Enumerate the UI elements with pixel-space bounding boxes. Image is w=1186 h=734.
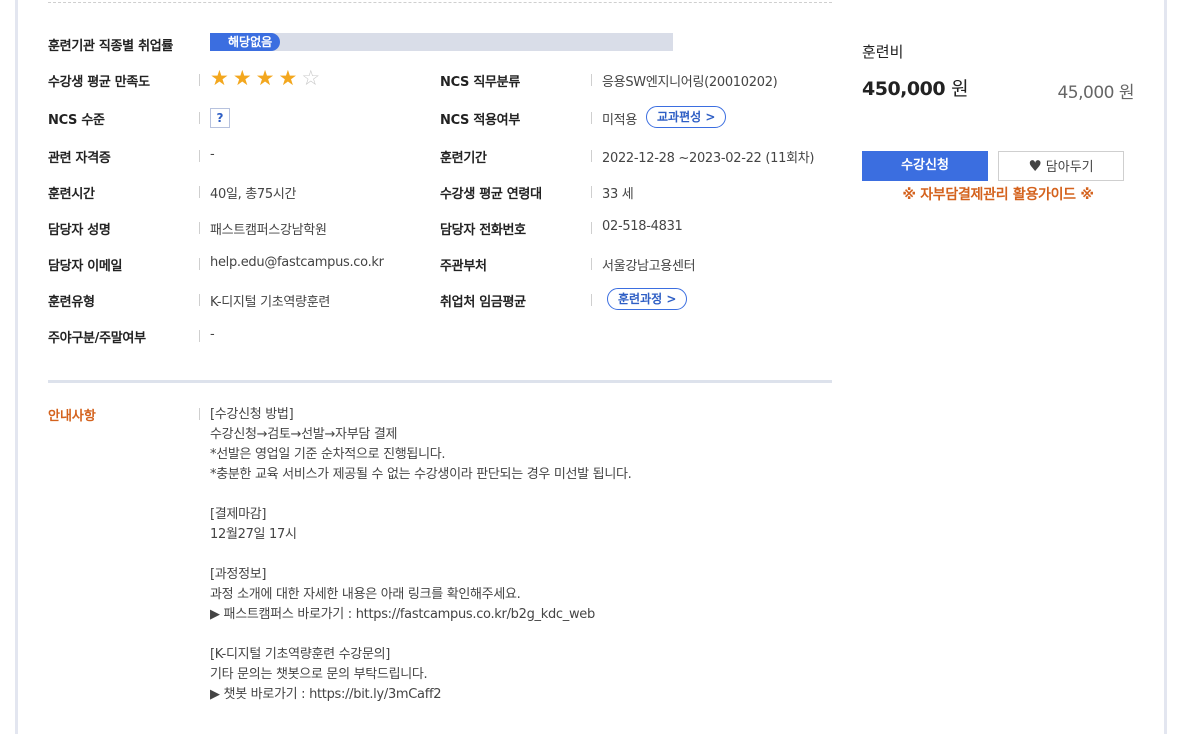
notice-line <box>210 625 810 645</box>
separator <box>199 150 200 162</box>
satisfaction-label: 수강생 평균 만족도 <box>48 75 150 90</box>
training-hours-label: 훈련시간 <box>48 187 95 202</box>
manager-phone-value: 02-518-4831 <box>602 219 683 234</box>
ncs-applied-label: NCS 적용여부 <box>440 113 520 128</box>
notice-label: 안내사항 <box>48 409 96 424</box>
fee-label: 훈련비 <box>862 43 904 61</box>
star-icon: ★ <box>210 66 229 90</box>
frame-left-border <box>15 0 18 734</box>
authority-label: 주관부처 <box>440 259 487 274</box>
notice-line: 과정 소개에 대한 자세한 내용은 아래 링크를 확인해주세요. <box>210 587 521 602</box>
payment-guide-link[interactable]: ※ 자부담결제관리 활용가이드 ※ <box>862 184 1134 204</box>
training-period-label: 훈련기간 <box>440 151 487 166</box>
star-icon: ★ <box>232 66 252 90</box>
separator <box>591 222 592 234</box>
star-icon: ★ <box>255 66 275 90</box>
notice-line <box>210 485 810 505</box>
manager-email-label: 담당자 이메일 <box>48 259 123 274</box>
separator <box>591 74 592 86</box>
star-icon: ☆ <box>301 66 321 90</box>
separator <box>591 258 592 270</box>
training-period-value: 2022-12-28 ~2023-02-22 (11회차) <box>602 151 815 166</box>
notice-body: [수강신청 방법] 수강신청→검토→선발→자부담 결제 *선발은 영업일 기준 순차… <box>210 405 810 705</box>
ncs-category-label: NCS 직무분류 <box>440 75 520 90</box>
notice-line[interactable]: ▶ 챗봇 바로가기 : https://bit.ly/3mCaff2 <box>210 685 810 705</box>
separator <box>199 186 200 198</box>
manager-phone-label: 담당자 전화번호 <box>440 223 526 238</box>
notice-line: [결제마감] <box>210 507 267 522</box>
ncs-level-help-button[interactable]: ? <box>210 108 230 128</box>
fee-amount-value: 450,000 <box>862 78 946 100</box>
day-night-value: - <box>210 327 215 342</box>
notice-line: [과정정보] <box>210 567 267 582</box>
training-type-label: 훈련유형 <box>48 295 95 310</box>
star-icon: ★ <box>278 66 298 90</box>
ncs-category-value: 응용SW엔지니어링(20010202) <box>602 75 778 90</box>
wishlist-button[interactable]: ♥ 담아두기 <box>998 151 1124 181</box>
avg-age-label: 수강생 평균 연령대 <box>440 187 542 202</box>
ncs-level-label: NCS 수준 <box>48 113 105 128</box>
ncs-applied-value: 미적용 <box>602 113 637 128</box>
course-button[interactable]: 훈련과정 > <box>607 288 688 310</box>
training-hours-value: 40일, 총75시간 <box>210 187 297 202</box>
heart-icon: ♥ <box>1028 157 1042 175</box>
separator <box>199 408 200 420</box>
manager-name-value: 패스트캠퍼스강남학원 <box>210 223 327 238</box>
day-night-label: 주야구분/주말여부 <box>48 331 146 346</box>
notice-line: 수강신청→검토→선발→자부담 결제 <box>210 427 398 442</box>
top-divider <box>48 2 832 3</box>
avg-age-value: 33 세 <box>602 187 634 202</box>
notice-line: [수강신청 방법] <box>210 407 294 422</box>
manager-email-value: help.edu@fastcampus.co.kr <box>210 255 384 270</box>
frame-right-border <box>1164 0 1167 734</box>
curriculum-button[interactable]: 교과편성 > <box>646 106 727 128</box>
notice-line: *충분한 교육 서비스가 제공될 수 없는 수강생이라 판단되는 경우 미선발 … <box>210 467 632 482</box>
notice-line[interactable]: ▶ 패스트캠퍼스 바로가기 : https://fastcampus.co.kr… <box>210 605 810 625</box>
fee-unit: 원 <box>951 78 969 100</box>
separator <box>199 258 200 270</box>
fee-amount: 450,000 원 <box>862 74 969 101</box>
certificate-label: 관련 자격증 <box>48 151 111 166</box>
avg-wage-label: 취업처 임금평균 <box>440 295 526 310</box>
authority-value: 서울강남고용센터 <box>602 259 696 274</box>
self-pay-amount: 45,000 원 <box>1057 83 1134 103</box>
notice-line: [K-디지털 기초역량훈련 수강문의] <box>210 647 391 662</box>
notice-line <box>210 545 810 565</box>
employment-rate-badge: 해당없음 <box>210 33 281 51</box>
separator <box>199 112 200 124</box>
section-divider <box>48 380 832 383</box>
separator <box>199 294 200 306</box>
separator <box>591 150 592 162</box>
separator <box>199 74 200 86</box>
satisfaction-stars: ★ ★ ★ ★ ☆ <box>210 66 320 90</box>
employment-rate-label: 훈련기관 직종별 취업률 <box>48 39 174 54</box>
notice-line: 기타 문의는 챗봇으로 문의 부탁드립니다. <box>210 667 428 682</box>
notice-line: 12월27일 17시 <box>210 527 297 542</box>
apply-button[interactable]: 수강신청 <box>862 151 988 181</box>
manager-name-label: 담당자 성명 <box>48 223 111 238</box>
separator <box>591 186 592 198</box>
notice-line: *선발은 영업일 기준 순차적으로 진행됩니다. <box>210 447 446 462</box>
training-type-value: K-디지털 기초역량훈련 <box>210 295 331 310</box>
separator <box>591 294 592 306</box>
wishlist-button-label: 담아두기 <box>1045 160 1094 175</box>
separator <box>199 330 200 342</box>
separator <box>199 222 200 234</box>
certificate-value: - <box>210 147 215 162</box>
separator <box>591 112 592 124</box>
